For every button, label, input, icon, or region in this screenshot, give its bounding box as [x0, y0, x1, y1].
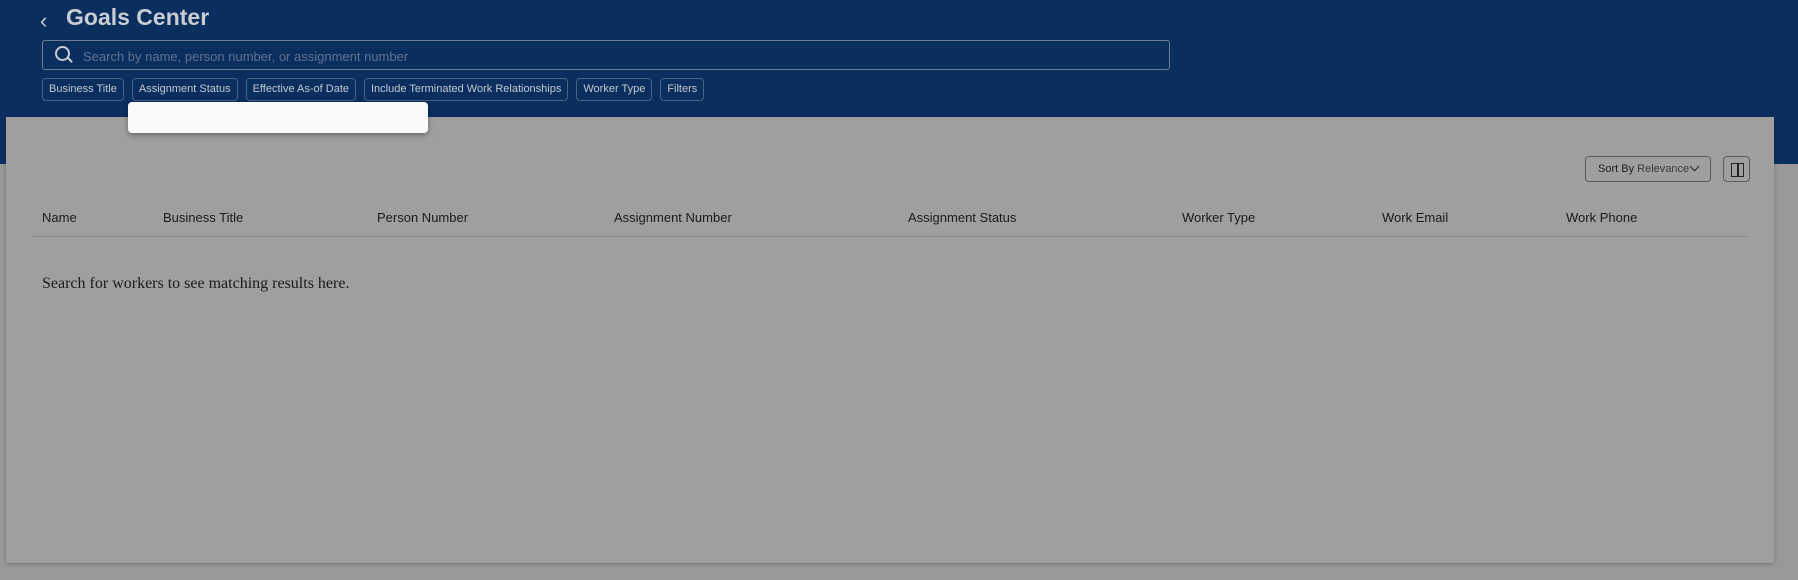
column-header-name[interactable]: Name	[42, 210, 77, 225]
search-box[interactable]	[42, 40, 1170, 71]
column-header-assignment-status[interactable]: Assignment Status	[908, 210, 1016, 225]
sort-by-button[interactable]: Sort By Relevance	[1585, 156, 1711, 182]
chevron-down-icon	[1689, 161, 1700, 172]
search-input[interactable]	[81, 41, 1165, 71]
search-icon	[55, 46, 70, 61]
filter-include-terminated[interactable]: Include Terminated Work Relationships	[364, 78, 569, 101]
column-header-worker-type[interactable]: Worker Type	[1182, 210, 1255, 225]
column-header-person-number[interactable]: Person Number	[377, 210, 468, 225]
sort-label: Sort By	[1598, 163, 1635, 175]
table-header-divider	[32, 236, 1750, 237]
column-header-business-title[interactable]: Business Title	[163, 210, 243, 225]
page-title: Goals Center	[66, 4, 210, 30]
back-button[interactable]: ‹	[40, 8, 47, 34]
filter-assignment-status[interactable]: Assignment Status	[131, 78, 238, 101]
filter-effective-date[interactable]: Effective As-of Date	[245, 78, 356, 101]
columns-button[interactable]	[1723, 156, 1750, 182]
filter-dropdown-popup[interactable]	[128, 102, 428, 133]
empty-state-message: Search for workers to see matching resul…	[42, 275, 350, 292]
filter-business-title[interactable]: Business Title	[42, 78, 124, 101]
filter-worker-type[interactable]: Worker Type	[576, 78, 653, 101]
column-header-work-phone[interactable]: Work Phone	[1566, 210, 1637, 225]
filters-button[interactable]: Filters	[660, 78, 705, 101]
results-panel: Sort By Relevance Name Business Title Pe…	[6, 117, 1774, 563]
column-header-work-email[interactable]: Work Email	[1382, 210, 1448, 225]
filter-chips: Business Title Assignment Status Effecti…	[42, 78, 705, 101]
sort-value: Relevance	[1637, 163, 1690, 175]
column-header-assignment-number[interactable]: Assignment Number	[614, 210, 732, 225]
columns-icon	[1731, 163, 1744, 177]
